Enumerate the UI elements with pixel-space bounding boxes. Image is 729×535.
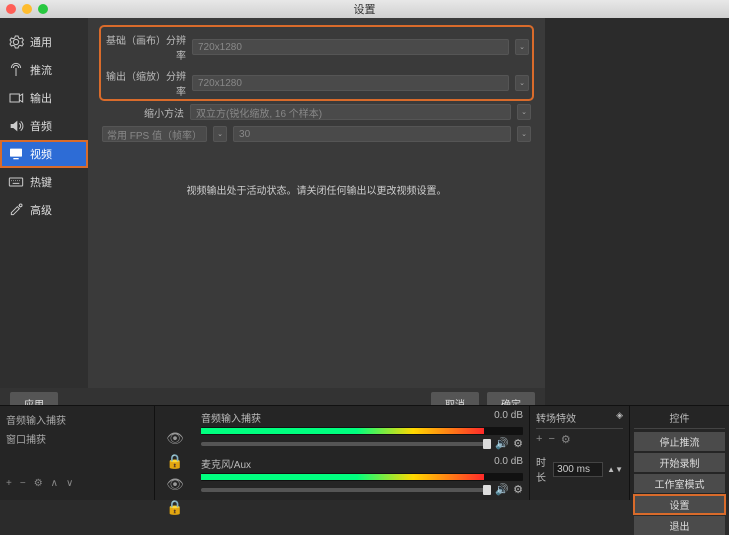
fps-label: 常用 FPS 值（帧率） [102,126,207,142]
window-controls [6,4,48,14]
track-name: 音频输入捕获 [201,410,261,425]
zoom-icon[interactable] [38,4,48,14]
output-resolution-row: 输出（缩放）分辨率 720x1280 ⌄ [104,68,529,98]
stop-stream-button[interactable]: 停止推流 [634,432,725,451]
gear-icon[interactable]: ⚙ [34,478,43,489]
sidebar-item-advanced[interactable]: 高级 [0,196,88,224]
duration-input[interactable] [553,462,603,477]
gear-icon [8,34,24,50]
transitions-header: 转场特效 [536,410,576,425]
fps-row: 常用 FPS 值（帧率） ⌄ 30 ⌄ [102,126,531,142]
source-item[interactable]: 窗口捕获 [6,429,148,448]
minimize-icon[interactable] [22,4,32,14]
source-item[interactable]: 音频输入捕获 [6,410,148,429]
sidebar-item-stream[interactable]: 推流 [0,56,88,84]
sidebar-item-video[interactable]: 视频 [0,140,88,168]
volume-slider[interactable] [201,442,491,446]
studio-mode-button[interactable]: 工作室模式 [634,474,725,493]
sidebar-item-label: 热键 [30,174,52,190]
track-db: 0.0 dB [494,456,523,471]
base-resolution-row: 基础（画布）分辨率 720x1280 ⌄ [104,32,529,62]
sidebar-item-label: 音频 [30,118,52,134]
gear-icon[interactable]: ⚙ [513,437,523,450]
up-icon[interactable]: ∧ [51,478,58,489]
monitor-icon [8,146,24,162]
dropdown-icon[interactable]: ⌄ [517,104,531,120]
controls-header: 控件 [634,410,725,429]
eye-icon[interactable]: 👁 [166,430,184,447]
downscale-label: 缩小方法 [102,105,184,120]
dropdown-icon[interactable]: ⌄ [515,75,529,91]
collapse-icon[interactable]: ◈ [616,410,623,425]
speaker-icon[interactable]: 🔊 [495,483,509,496]
settings-sidebar: 通用 推流 输出 音频 视频 热键 [0,18,88,388]
sidebar-item-general[interactable]: 通用 [0,28,88,56]
duration-label: 时长 [536,454,549,484]
eye-icon[interactable]: 👁 [166,476,184,493]
controls-panel: 控件 停止推流 开始录制 工作室模式 设置 退出 [629,406,729,500]
gear-icon[interactable]: ⚙ [513,483,523,496]
gear-icon[interactable]: ⚙ [561,433,571,446]
speaker-icon[interactable]: 🔊 [495,437,509,450]
video-locked-warning: 视频输出处于活动状态。请关闭任何输出以更改视频设置。 [102,182,531,197]
output-resolution-field[interactable]: 720x1280 [192,75,509,91]
sidebar-item-audio[interactable]: 音频 [0,112,88,140]
down-icon[interactable]: ∨ [66,478,73,489]
sidebar-item-label: 推流 [30,62,52,78]
lock-icon[interactable]: 🔒 [166,453,183,470]
downscale-row: 缩小方法 双立方(锐化缩放, 16 个样本) ⌄ [102,104,531,120]
base-resolution-label: 基础（画布）分辨率 [104,32,186,62]
lock-icon[interactable]: 🔒 [166,499,183,516]
start-record-button[interactable]: 开始录制 [634,453,725,472]
add-icon[interactable]: + [536,433,542,446]
keyboard-icon [8,174,24,190]
window-title: 设置 [354,1,376,17]
sources-panel: 音频输入捕获 窗口捕获 + − ⚙ ∧ ∨ [0,406,155,500]
sidebar-item-hotkeys[interactable]: 热键 [0,168,88,196]
sidebar-item-label: 高级 [30,202,52,218]
settings-button[interactable]: 设置 [634,495,725,514]
stepper-icon[interactable]: ▲▼ [607,465,623,474]
remove-icon[interactable]: − [548,433,554,446]
dropdown-icon[interactable]: ⌄ [517,126,531,142]
remove-icon[interactable]: − [20,478,26,489]
track-name: 麦克风/Aux [201,456,251,471]
exit-button[interactable]: 退出 [634,516,725,535]
settings-content: 基础（画布）分辨率 720x1280 ⌄ 输出（缩放）分辨率 720x1280 … [88,18,545,388]
track-db: 0.0 dB [494,410,523,425]
downscale-field[interactable]: 双立方(锐化缩放, 16 个样本) [190,104,511,120]
sidebar-item-label: 视频 [30,146,52,162]
add-icon[interactable]: + [6,478,12,489]
audio-mixer: 音频输入捕获 0.0 dB 🔊 ⚙ 麦克风/Aux 0.0 dB 🔊 ⚙ [195,406,529,500]
antenna-icon [8,62,24,78]
sidebar-item-label: 通用 [30,34,52,50]
sidebar-item-output[interactable]: 输出 [0,84,88,112]
output-icon [8,90,24,106]
dropdown-icon[interactable]: ⌄ [515,39,529,55]
volume-slider[interactable] [201,488,491,492]
dropdown-icon[interactable]: ⌄ [213,126,227,142]
transitions-panel: 转场特效 ◈ + − ⚙ 时长 ▲▼ [529,406,629,500]
mixer-track: 音频输入捕获 0.0 dB 🔊 ⚙ [201,410,523,450]
titlebar: 设置 [0,0,729,18]
tools-icon [8,202,24,218]
base-resolution-field[interactable]: 720x1280 [192,39,509,55]
main-bottom-panel: 音频输入捕获 窗口捕获 + − ⚙ ∧ ∨ 👁 🔒 👁 🔒 音频输入捕获 0.0… [0,405,729,500]
output-resolution-label: 输出（缩放）分辨率 [104,68,186,98]
mixer-track: 麦克风/Aux 0.0 dB 🔊 ⚙ [201,456,523,496]
settings-dialog: 通用 推流 输出 音频 视频 热键 [0,18,545,418]
close-icon[interactable] [6,4,16,14]
fps-field[interactable]: 30 [233,126,511,142]
source-vis-icons: 👁 🔒 👁 🔒 [155,406,195,500]
sidebar-item-label: 输出 [30,90,52,106]
speaker-icon [8,118,24,134]
